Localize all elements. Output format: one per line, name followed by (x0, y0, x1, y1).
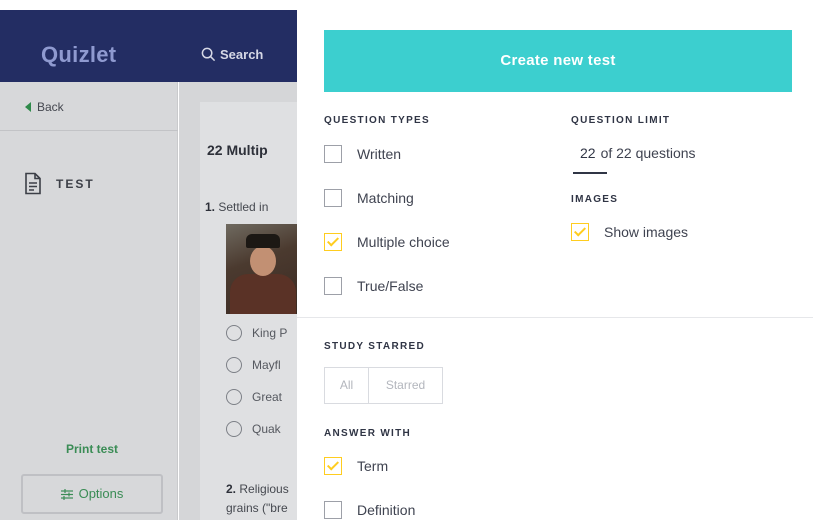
answer-with-term[interactable]: Term (324, 457, 388, 475)
radio-icon[interactable] (226, 389, 242, 405)
question-type-label: Multiple choice (357, 234, 450, 250)
checkmark-icon[interactable] (571, 223, 589, 241)
study-starred-heading: STUDY STARRED (324, 341, 425, 352)
answer-choice-label: Quak (252, 422, 281, 436)
quizlet-logo[interactable]: Quizlet (41, 42, 116, 68)
checkmark-icon[interactable] (324, 457, 342, 475)
checkbox-icon[interactable] (324, 145, 342, 163)
test-title: 22 Multip (207, 142, 268, 158)
answer-with-heading: ANSWER WITH (324, 428, 412, 439)
print-test-link[interactable]: Print test (66, 442, 118, 456)
question-type-label: Matching (357, 190, 414, 206)
answer-choice[interactable]: Quak (226, 421, 281, 437)
question-type-label: Written (357, 146, 402, 162)
question-types-heading: QUESTION TYPES (324, 115, 430, 126)
panel-divider (297, 317, 813, 318)
checkmark-icon[interactable] (324, 233, 342, 251)
options-label: Options (78, 486, 124, 501)
question-2-line1: Religious (239, 482, 289, 496)
options-panel: Create new test QUESTION TYPES Written M… (297, 10, 813, 520)
question-type-written[interactable]: Written (324, 145, 401, 163)
show-images-option[interactable]: Show images (571, 223, 688, 241)
answer-choice-label: Mayfl (252, 358, 281, 372)
question-type-matching[interactable]: Matching (324, 189, 414, 207)
answer-choice-label: Great (252, 390, 283, 404)
answer-with-label: Term (357, 458, 389, 474)
back-link[interactable]: Back (25, 100, 64, 114)
question-type-label: True/False (357, 278, 424, 294)
question-limit-suffix: of 22 questions (600, 145, 696, 161)
answer-choice[interactable]: Mayfl (226, 357, 281, 373)
test-content: 22 Multip 1. Settled in King P Mayfl Gre… (179, 82, 320, 520)
starred-only-option[interactable]: Starred (369, 368, 442, 403)
question-2-number: 2. (226, 482, 237, 496)
options-button[interactable]: Options (21, 474, 163, 514)
starred-all-option[interactable]: All (325, 368, 369, 403)
sliders-icon (60, 489, 73, 500)
question-limit-input[interactable]: 22 (580, 145, 596, 161)
question-1-text: Settled in (218, 200, 269, 214)
question-1-number: 1. (205, 200, 216, 214)
question-2: 2. Religious grains ("bre (226, 480, 289, 518)
answer-choice[interactable]: King P (226, 325, 287, 341)
radio-icon[interactable] (226, 357, 242, 373)
show-images-label: Show images (604, 224, 689, 240)
sidebar-divider (0, 130, 178, 131)
answer-with-label: Definition (357, 502, 416, 518)
document-icon (25, 172, 41, 195)
question-limit-heading: QUESTION LIMIT (571, 115, 671, 126)
answer-choice[interactable]: Great (226, 389, 282, 405)
answer-choice-label: King P (252, 326, 288, 340)
radio-icon[interactable] (226, 421, 242, 437)
radio-icon[interactable] (226, 325, 242, 341)
search-label: Search (220, 47, 264, 62)
answer-with-definition[interactable]: Definition (324, 501, 415, 519)
question-type-true-false[interactable]: True/False (324, 277, 423, 295)
search-button[interactable]: Search (201, 47, 263, 62)
sidebar: Back TEST Print test Options (0, 82, 178, 520)
question-2-line2: grains ("bre (226, 501, 288, 515)
back-arrow-icon (25, 102, 31, 112)
question-limit: 22 of 22 questions (580, 145, 696, 161)
test-mode-label: TEST (56, 177, 95, 191)
checkbox-icon[interactable] (324, 501, 342, 519)
question-1-image (226, 224, 301, 314)
question-limit-underline (573, 172, 607, 174)
question-type-multiple-choice[interactable]: Multiple choice (324, 233, 450, 251)
study-starred-toggle: All Starred (324, 367, 443, 404)
checkbox-icon[interactable] (324, 277, 342, 295)
top-nav-bar: Quizlet Search (0, 10, 300, 82)
back-label: Back (37, 100, 64, 114)
question-1: 1. Settled in (205, 200, 268, 214)
test-mode-item[interactable]: TEST (24, 172, 95, 195)
images-heading: IMAGES (571, 194, 619, 205)
create-new-test-button[interactable]: Create new test (324, 30, 792, 92)
search-icon (201, 47, 216, 62)
checkbox-icon[interactable] (324, 189, 342, 207)
